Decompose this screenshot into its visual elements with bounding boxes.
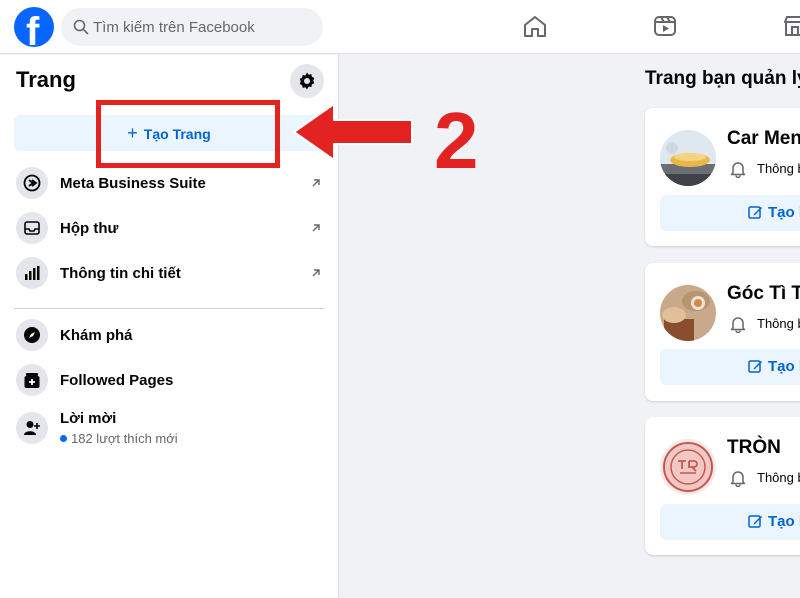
annotation-arrow-icon: [293, 103, 413, 161]
edit-icon: [748, 360, 762, 373]
create-post-label: Tạo b: [768, 513, 800, 530]
logo-letter: f: [26, 10, 40, 47]
sidebar-item-label: Followed Pages: [60, 372, 174, 389]
page-avatar[interactable]: [660, 439, 716, 495]
external-link-icon: [312, 224, 320, 232]
sidebar-item-label: Khám phá: [60, 327, 133, 344]
step-number: 2: [434, 96, 479, 185]
edit-icon: [748, 206, 762, 219]
sidebar-title: Trang: [16, 67, 76, 92]
top-bar: f: [0, 0, 800, 54]
home-icon[interactable]: [521, 12, 549, 40]
page-name[interactable]: TRÒN: [727, 437, 781, 459]
meta-business-icon: [16, 167, 48, 199]
page-avatar[interactable]: [660, 130, 716, 186]
sidebar-item-meta-business-suite[interactable]: Meta Business Suite: [14, 163, 326, 207]
pages-sidebar: Trang + Tạo Trang Meta Business Suite Hộp…: [0, 55, 339, 598]
sidebar-item-label: Hộp thư: [60, 220, 119, 237]
bell-icon[interactable]: [729, 315, 747, 333]
notifications-label[interactable]: Thông b: [757, 161, 800, 176]
page-name[interactable]: Car Men: [727, 128, 800, 150]
gear-icon: [299, 72, 315, 90]
create-post-label: Tạo b: [768, 204, 800, 221]
page-card[interactable]: Car Men Thông b Tạo b: [645, 108, 800, 246]
unread-dot: [60, 435, 67, 442]
followed-pages-icon: [16, 364, 48, 396]
sidebar-item-label: Lời mời: [60, 410, 117, 427]
notifications-label[interactable]: Thông b: [757, 316, 800, 331]
sidebar-item-inbox[interactable]: Hộp thư: [14, 208, 326, 252]
create-post-button[interactable]: Tạo b: [660, 349, 800, 385]
page-avatar[interactable]: [660, 285, 716, 341]
external-link-icon: [312, 179, 320, 187]
create-post-button[interactable]: Tạo b: [660, 195, 800, 231]
sidebar-item-discover[interactable]: Khám phá: [14, 315, 326, 359]
sidebar-divider: [14, 308, 324, 309]
page-card[interactable]: TRÒN Thông b Tạo b: [645, 417, 800, 555]
bell-icon[interactable]: [729, 469, 747, 487]
sidebar-item-invites[interactable]: Lời mời 182 lượt thích mới: [14, 405, 326, 455]
sidebar-item-insights[interactable]: Thông tin chi tiết: [14, 253, 326, 297]
edit-icon: [748, 515, 762, 528]
video-icon[interactable]: [651, 12, 679, 40]
create-post-label: Tạo b: [768, 358, 800, 375]
invite-icon: [16, 412, 48, 444]
page-card[interactable]: Góc Tì Tè Thông b Tạo b: [645, 263, 800, 401]
search-box[interactable]: [61, 8, 323, 46]
sidebar-item-label: Thông tin chi tiết: [60, 265, 181, 282]
sidebar-item-followed-pages[interactable]: Followed Pages: [14, 360, 326, 404]
search-input[interactable]: [93, 8, 313, 46]
create-post-button[interactable]: Tạo b: [660, 504, 800, 540]
settings-button[interactable]: [290, 64, 324, 98]
sidebar-item-label: Meta Business Suite: [60, 175, 206, 192]
managed-pages-title: Trang bạn quản lý: [645, 68, 800, 89]
external-link-icon: [312, 269, 320, 277]
marketplace-icon[interactable]: [781, 12, 800, 40]
discover-icon: [16, 319, 48, 351]
search-icon: [73, 19, 89, 35]
bell-icon[interactable]: [729, 160, 747, 178]
facebook-logo[interactable]: f: [14, 7, 54, 47]
inbox-icon: [16, 212, 48, 244]
new-likes-text: 182 lượt thích mới: [60, 431, 178, 446]
insights-icon: [16, 257, 48, 289]
new-likes-count: 182 lượt thích mới: [71, 431, 178, 446]
notifications-label[interactable]: Thông b: [757, 470, 800, 485]
page-name[interactable]: Góc Tì Tè: [727, 283, 800, 305]
annotation-highlight-box: [96, 100, 280, 168]
